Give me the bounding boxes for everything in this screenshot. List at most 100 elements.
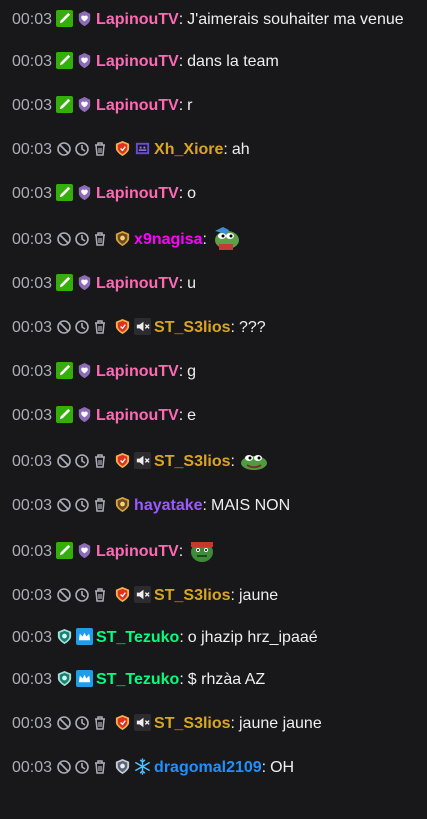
timeout-icon[interactable] [74, 231, 90, 247]
pencil-badge-icon[interactable] [56, 10, 74, 27]
username-st-s3lios[interactable]: ST_S3lios [154, 453, 230, 470]
chat-message: 00:03 ST_S3lios: jaune [0, 574, 427, 618]
gold-shield-badge-icon[interactable] [114, 496, 131, 513]
heart-badge-icon[interactable] [76, 406, 93, 423]
username-st-tezuko[interactable]: ST_Tezuko [96, 629, 179, 646]
pencil-badge-icon[interactable] [56, 362, 74, 379]
snowflake-badge-icon[interactable] [134, 758, 151, 775]
username-lapinoutv[interactable]: LapinouTV [96, 97, 179, 114]
username-xh-xiore[interactable]: Xh_Xiore [154, 141, 223, 158]
timeout-icon[interactable] [74, 497, 90, 513]
ban-icon[interactable] [56, 231, 72, 247]
pencil-badge-icon[interactable] [56, 184, 74, 201]
message-colon: : [230, 453, 235, 470]
message-timestamp: 00:03 [12, 543, 53, 560]
red-shield-badge-icon[interactable] [114, 140, 131, 157]
pencil-badge-icon[interactable] [56, 406, 74, 423]
delete-icon[interactable] [92, 715, 108, 731]
delete-icon[interactable] [92, 497, 108, 513]
gold-shield-badge-icon[interactable] [114, 230, 131, 247]
username-lapinoutv[interactable]: LapinouTV [96, 407, 179, 424]
message-text: ??? [238, 319, 266, 336]
chat-message: 00:03 LapinouTV: dans la team [0, 40, 427, 84]
red-shield-badge-icon[interactable] [114, 586, 131, 603]
timeout-icon[interactable] [74, 587, 90, 603]
delete-icon[interactable] [92, 587, 108, 603]
ban-icon[interactable] [56, 587, 72, 603]
ban-icon[interactable] [56, 319, 72, 335]
ban-icon[interactable] [56, 453, 72, 469]
username-hayatake[interactable]: hayatake [134, 497, 203, 514]
message-colon: : [179, 629, 184, 646]
goblin-emote[interactable] [187, 537, 217, 563]
message-timestamp: 00:03 [12, 629, 53, 646]
red-shield-badge-icon[interactable] [114, 714, 131, 731]
pencil-badge-icon[interactable] [56, 96, 74, 113]
timeout-icon[interactable] [74, 141, 90, 157]
heart-badge-icon[interactable] [76, 96, 93, 113]
username-lapinoutv[interactable]: LapinouTV [96, 275, 179, 292]
mute-badge-icon[interactable] [134, 318, 152, 335]
message-timestamp: 00:03 [12, 759, 53, 776]
message-timestamp: 00:03 [12, 407, 53, 424]
username-st-s3lios[interactable]: ST_S3lios [154, 587, 230, 604]
message-timestamp: 00:03 [12, 53, 53, 70]
message-colon: : [230, 715, 235, 732]
mute-badge-icon[interactable] [134, 452, 152, 469]
heart-badge-icon[interactable] [76, 10, 93, 27]
pencil-badge-icon[interactable] [56, 542, 74, 559]
ban-icon[interactable] [56, 497, 72, 513]
message-timestamp: 00:03 [12, 363, 53, 380]
chat-message: 00:03 ST_S3lios: [0, 438, 427, 484]
pencil-badge-icon[interactable] [56, 52, 74, 69]
message-colon: : [178, 407, 184, 424]
message-timestamp: 00:03 [12, 141, 53, 158]
delete-icon[interactable] [92, 759, 108, 775]
username-st-s3lios[interactable]: ST_S3lios [154, 319, 230, 336]
username-lapinoutv[interactable]: LapinouTV [96, 363, 179, 380]
crown-badge-icon[interactable] [76, 670, 94, 687]
ban-icon[interactable] [56, 715, 72, 731]
username-st-tezuko[interactable]: ST_Tezuko [96, 671, 179, 688]
timeout-icon[interactable] [74, 319, 90, 335]
ban-icon[interactable] [56, 141, 72, 157]
username-lapinoutv[interactable]: LapinouTV [96, 53, 179, 70]
message-timestamp: 00:03 [12, 453, 53, 470]
username-x9nagisa[interactable]: x9nagisa [134, 231, 202, 248]
teal-shield-badge-icon[interactable] [56, 628, 73, 645]
teal-shield-badge-icon[interactable] [56, 670, 73, 687]
username-st-s3lios[interactable]: ST_S3lios [154, 715, 230, 732]
crown-badge-icon[interactable] [76, 628, 94, 645]
mute-badge-icon[interactable] [134, 586, 152, 603]
timeout-icon[interactable] [74, 759, 90, 775]
chat-message: 00:03 LapinouTV: r [0, 84, 427, 128]
message-timestamp: 00:03 [12, 275, 53, 292]
heart-badge-icon[interactable] [76, 184, 93, 201]
chat-message: 00:03 LapinouTV: u [0, 262, 427, 306]
delete-icon[interactable] [92, 319, 108, 335]
frog-emote[interactable] [239, 447, 269, 473]
timeout-icon[interactable] [74, 715, 90, 731]
delete-icon[interactable] [92, 231, 108, 247]
delete-icon[interactable] [92, 453, 108, 469]
pepe-emote[interactable] [211, 225, 241, 251]
pencil-badge-icon[interactable] [56, 274, 74, 291]
heart-badge-icon[interactable] [76, 362, 93, 379]
silver-shield-badge-icon[interactable] [114, 758, 131, 775]
red-shield-badge-icon[interactable] [114, 318, 131, 335]
mute-badge-icon[interactable] [134, 714, 152, 731]
username-dragomal2109[interactable]: dragomal2109 [154, 759, 262, 776]
username-lapinoutv[interactable]: LapinouTV [96, 11, 179, 28]
username-lapinoutv[interactable]: LapinouTV [96, 543, 179, 560]
username-lapinoutv[interactable]: LapinouTV [96, 185, 179, 202]
heart-badge-icon[interactable] [76, 52, 93, 69]
timeout-icon[interactable] [74, 453, 90, 469]
chat-message: 00:03 dragomal2109: OH [0, 746, 427, 790]
game-badge-icon[interactable] [134, 140, 151, 157]
heart-badge-icon[interactable] [76, 274, 93, 291]
ban-icon[interactable] [56, 759, 72, 775]
delete-icon[interactable] [92, 141, 108, 157]
message-colon: : [178, 275, 184, 292]
heart-badge-icon[interactable] [76, 542, 93, 559]
red-shield-badge-icon[interactable] [114, 452, 131, 469]
